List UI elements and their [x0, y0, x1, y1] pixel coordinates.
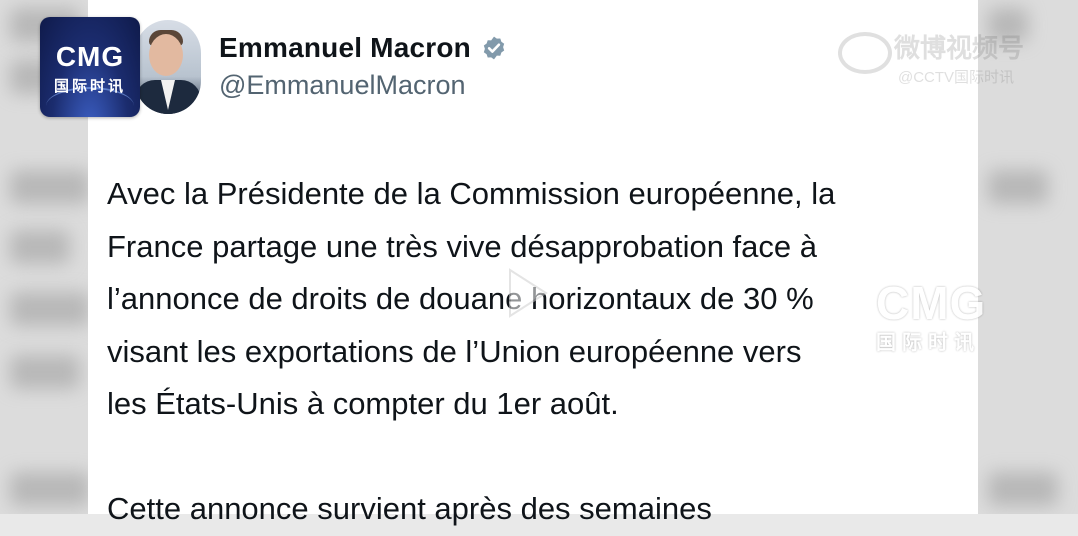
weibo-watermark-title: 微博视频号: [894, 33, 1025, 63]
tweet-text-line: Cette annonce survient après des semaine…: [107, 491, 712, 526]
weibo-watermark: 微博视频号 @CCTV国际时讯: [838, 28, 1048, 88]
cmg-watermark: CMG 国际时讯: [876, 276, 1006, 355]
play-icon[interactable]: [494, 262, 556, 324]
cmg-logo-subtext: 国际时讯: [53, 78, 126, 95]
tweet-body: Avec la Présidente de la Commission euro…: [107, 168, 967, 536]
author-avatar[interactable]: [135, 20, 201, 114]
weibo-watermark-handle: @CCTV国际时讯: [898, 69, 1015, 86]
author-name-row: Emmanuel Macron: [219, 30, 507, 66]
tweet-text-line: Avec la Présidente de la Commission euro…: [107, 176, 836, 211]
cmg-logo-text: CMG: [55, 41, 125, 72]
author-name[interactable]: Emmanuel Macron: [219, 32, 471, 64]
cmg-watermark-subtext: 国际时讯: [876, 332, 980, 354]
author-handle[interactable]: @EmmanuelMacron: [219, 70, 466, 101]
cmg-channel-logo: CMG 国际时讯: [40, 17, 140, 117]
verified-badge-icon: [483, 36, 505, 60]
tweet-text-line: les États-Unis à compter du 1er août.: [107, 386, 619, 421]
cmg-watermark-text: CMG: [876, 277, 987, 329]
weibo-eye-icon: [838, 32, 892, 74]
tweet-text-line: visant les exportations de l’Union europ…: [107, 333, 802, 369]
